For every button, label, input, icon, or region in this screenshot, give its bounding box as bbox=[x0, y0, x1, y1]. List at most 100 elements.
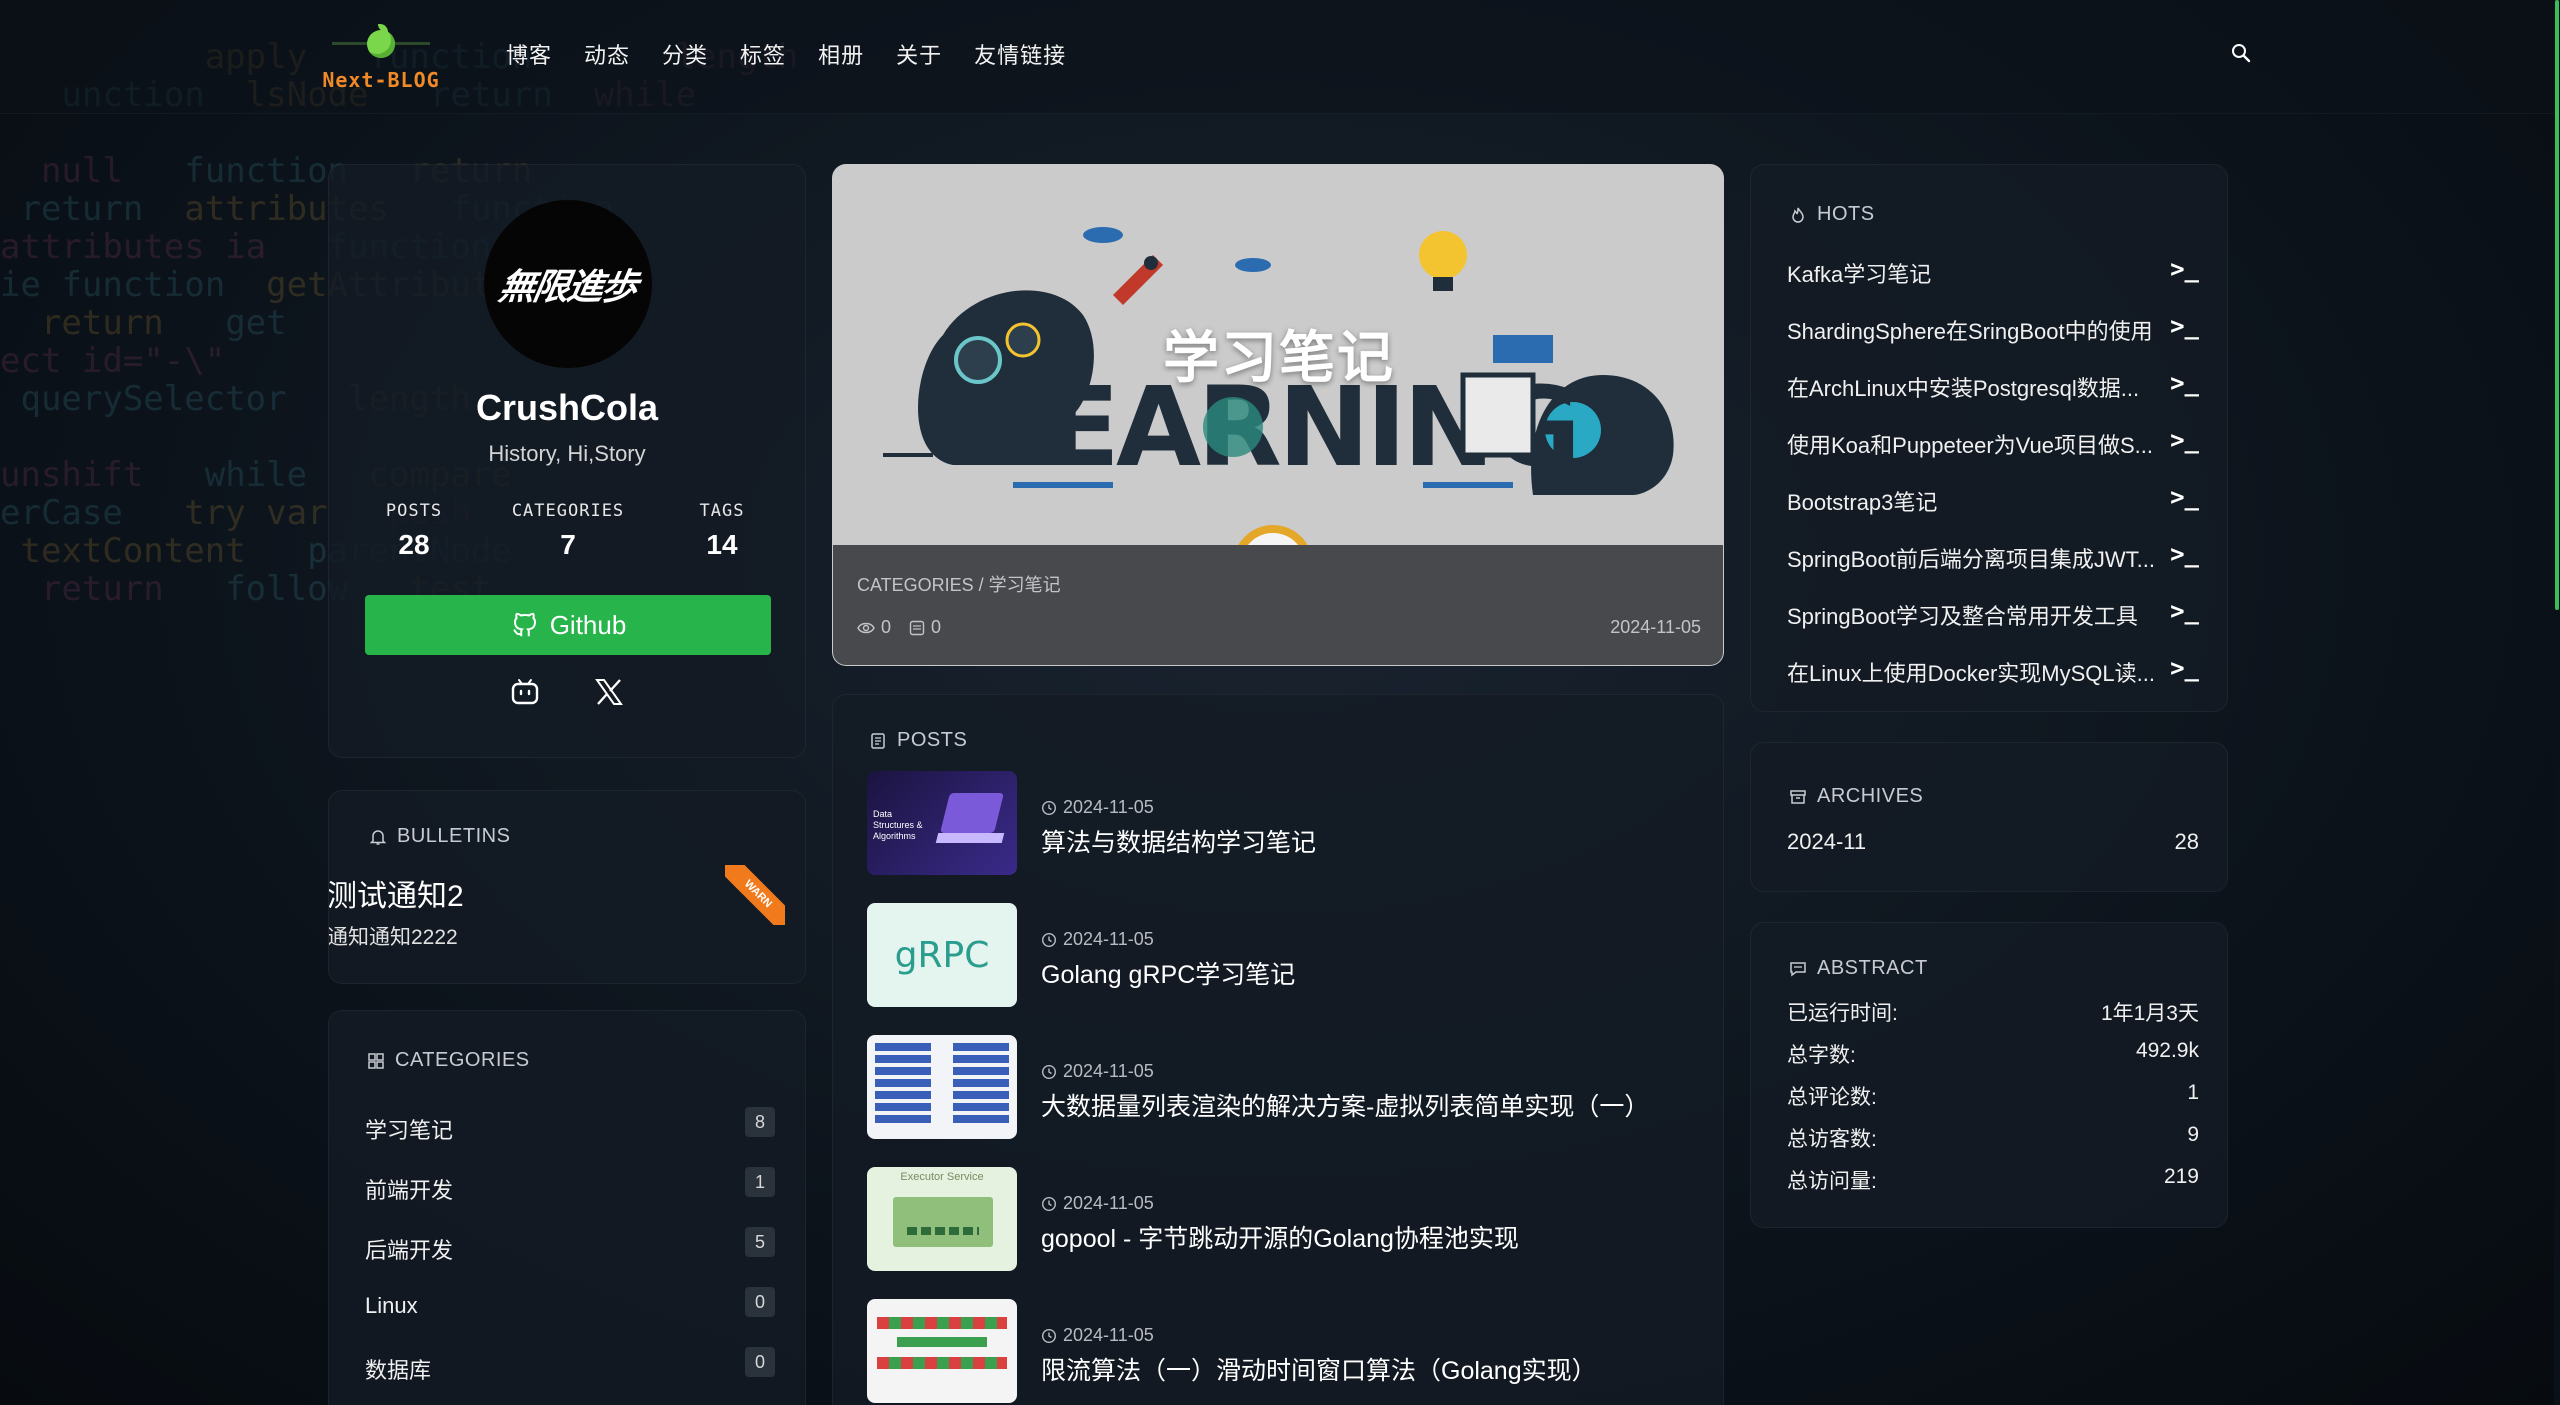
post-date-text: 2024-11-05 bbox=[1063, 1061, 1154, 1081]
stat-tags[interactable]: TAGS 14 bbox=[667, 501, 777, 561]
task-queue-graphic bbox=[907, 1227, 979, 1235]
featured-category[interactable]: CATEGORIES / 学习笔记 bbox=[857, 571, 1061, 597]
category-item[interactable]: 后端开发 5 bbox=[365, 1227, 775, 1293]
search-icon[interactable] bbox=[2230, 42, 2252, 64]
scrollbar-thumb[interactable] bbox=[2555, 0, 2559, 610]
window-graphic-row bbox=[877, 1317, 1007, 1329]
avatar[interactable]: 無限進歩 bbox=[484, 200, 652, 368]
nav-blog[interactable]: 博客 bbox=[506, 38, 552, 70]
post-thumbnail[interactable]: gRPC bbox=[867, 903, 1017, 1007]
featured-post-title[interactable]: 学习笔记 bbox=[833, 313, 1723, 394]
stat-categories[interactable]: CATEGORIES 7 bbox=[493, 501, 643, 561]
clock-icon bbox=[1041, 1196, 1057, 1211]
category-item[interactable]: 数据库 0 bbox=[365, 1347, 775, 1405]
post-thumbnail[interactable] bbox=[867, 1035, 1017, 1139]
categories-title: CATEGORIES bbox=[367, 1049, 530, 1072]
category-name: 数据库 bbox=[365, 1358, 432, 1383]
social-links bbox=[329, 675, 805, 709]
nav-about[interactable]: 关于 bbox=[896, 38, 942, 70]
nav-categories[interactable]: 分类 bbox=[662, 38, 708, 70]
bell-icon bbox=[369, 829, 387, 845]
laptop-base bbox=[935, 833, 1005, 843]
terminal-arrow-icon: >_ bbox=[2170, 255, 2199, 283]
brand-name: Next-BLOG bbox=[322, 68, 440, 92]
stat-value: 7 bbox=[560, 529, 576, 560]
post-item[interactable]: 2024-11-05 限流算法（一）滑动时间窗口算法（Golang实现） bbox=[867, 1299, 1707, 1405]
post-item[interactable]: Executor Service 2024-11-05 gopool - 字节跳… bbox=[867, 1167, 1707, 1275]
hot-post-item[interactable]: 在ArchLinux中安装Postgresql数据... >_ bbox=[1787, 369, 2199, 428]
category-item[interactable]: 前端开发 1 bbox=[365, 1167, 775, 1233]
hot-post-item[interactable]: Kafka学习笔记 >_ bbox=[1787, 255, 2199, 314]
post-date-text: 2024-11-05 bbox=[1063, 797, 1154, 817]
category-count: 5 bbox=[745, 1227, 775, 1257]
post-thumbnail[interactable]: Data Structures & Algorithms bbox=[867, 771, 1017, 875]
stat-label: TAGS bbox=[699, 501, 745, 521]
hot-post-item[interactable]: SpringBoot前后端分离项目集成JWT... >_ bbox=[1787, 540, 2199, 599]
post-thumbnail[interactable] bbox=[867, 1299, 1017, 1403]
archives-title: ARCHIVES bbox=[1789, 785, 1923, 808]
hot-post-title: Kafka学习笔记 bbox=[1787, 262, 1932, 287]
abstract-card: ABSTRACT 已运行时间: 1年1月3天 总字数: 492.9k 总评论数: 1 … bbox=[1750, 922, 2228, 1228]
window-graphic-row bbox=[897, 1337, 987, 1347]
abstract-list: 已运行时间: 1年1月3天 总字数: 492.9k 总评论数: 1 总访客数: 9 总访… bbox=[1787, 997, 2199, 1207]
archive-item[interactable]: 2024-11 28 bbox=[1787, 829, 2199, 855]
bulletin-item-title[interactable]: 测试通知2 bbox=[329, 871, 464, 915]
post-title[interactable]: 算法与数据结构学习笔记 bbox=[1041, 823, 1316, 859]
bulletins-card: BULLETINS 测试通知2 通知通知2222 WARN bbox=[328, 790, 806, 984]
stat-posts[interactable]: POSTS 28 bbox=[359, 501, 469, 561]
apple-icon bbox=[367, 30, 395, 58]
x-icon[interactable] bbox=[592, 675, 626, 709]
nav-links[interactable]: 友情链接 bbox=[974, 38, 1066, 70]
post-item[interactable]: 2024-11-05 大数据量列表渲染的解决方案-虚拟列表简单实现（一） bbox=[867, 1035, 1707, 1143]
post-thumbnail[interactable]: Executor Service bbox=[867, 1167, 1017, 1271]
post-date: 2024-11-05 bbox=[1041, 1193, 1154, 1214]
hot-post-item[interactable]: ShardingSphere在SringBoot中的使用 >_ bbox=[1787, 312, 2199, 371]
post-title[interactable]: 大数据量列表渲染的解决方案-虚拟列表简单实现（一） bbox=[1041, 1087, 1649, 1123]
post-title[interactable]: 限流算法（一）滑动时间窗口算法（Golang实现） bbox=[1041, 1351, 1597, 1387]
post-title[interactable]: gopool - 字节跳动开源的Golang协程池实现 bbox=[1041, 1219, 1519, 1255]
warn-ribbon: WARN bbox=[725, 865, 785, 925]
post-item[interactable]: Data Structures & Algorithms 2024-11-05 … bbox=[867, 771, 1707, 879]
nav-tags[interactable]: 标签 bbox=[740, 38, 786, 70]
hots-card: HOTS Kafka学习笔记 >_ ShardingSphere在SringBoo… bbox=[1750, 164, 2228, 712]
archive-icon bbox=[1790, 789, 1806, 804]
github-icon bbox=[512, 612, 536, 637]
abstract-label: 总字数: bbox=[1787, 1044, 1856, 1067]
abstract-item: 总访客数: 9 bbox=[1787, 1123, 2199, 1165]
bulletins-title-text: BULLETINS bbox=[397, 825, 511, 847]
views-stat: 0 bbox=[857, 617, 891, 638]
hots-title: HOTS bbox=[1789, 203, 1875, 226]
nav-moments[interactable]: 动态 bbox=[584, 38, 630, 70]
github-label: Github bbox=[549, 609, 627, 640]
comments-stat: 0 bbox=[909, 617, 941, 638]
category-name: 后端开发 bbox=[365, 1238, 454, 1263]
abstract-title-text: ABSTRACT bbox=[1817, 957, 1928, 979]
category-item[interactable]: 学习笔记 8 bbox=[365, 1107, 775, 1173]
post-item[interactable]: gRPC 2024-11-05 Golang gRPC学习笔记 bbox=[867, 903, 1707, 1011]
grid-icon bbox=[368, 1052, 384, 1069]
site-logo[interactable]: Next-BLOG bbox=[316, 24, 446, 94]
clock-icon bbox=[1041, 1328, 1057, 1343]
top-navbar: Next-BLOG 博客 动态 分类 标签 相册 关于 友情链接 bbox=[0, 0, 2560, 114]
thumb-caption: gRPC bbox=[894, 934, 990, 976]
post-title[interactable]: Golang gRPC学习笔记 bbox=[1041, 955, 1295, 991]
hot-post-item[interactable]: SpringBoot学习及整合常用开发工具 >_ bbox=[1787, 597, 2199, 656]
post-date: 2024-11-05 bbox=[1041, 797, 1154, 818]
hot-post-item[interactable]: 使用Koa和Puppeteer为Vue项目做S... >_ bbox=[1787, 426, 2199, 485]
views-count: 0 bbox=[881, 617, 892, 637]
featured-post-card[interactable]: LEARNING 学习笔记 CATEGORIES / 学习笔记 0 0 2024… bbox=[832, 164, 1724, 666]
window-graphic-row bbox=[877, 1357, 1007, 1369]
nav-album[interactable]: 相册 bbox=[818, 38, 864, 70]
category-count: 1 bbox=[745, 1167, 775, 1197]
post-date: 2024-11-05 bbox=[1041, 1325, 1154, 1346]
category-item[interactable]: Linux 0 bbox=[365, 1287, 775, 1353]
hot-post-item[interactable]: 在Linux上使用Docker实现MySQL读... >_ bbox=[1787, 654, 2199, 713]
category-list: 学习笔记 8 前端开发 1 后端开发 5 Linux 0 数据库 0 bbox=[365, 1107, 775, 1405]
hot-post-item[interactable]: Bootstrap3笔记 >_ bbox=[1787, 483, 2199, 542]
thumb-caption: Data Structures & Algorithms bbox=[873, 809, 923, 841]
github-button[interactable]: Github bbox=[365, 595, 771, 655]
clock-icon bbox=[1041, 1064, 1057, 1079]
page-scrollbar[interactable] bbox=[2554, 0, 2560, 1405]
bilibili-icon[interactable] bbox=[508, 675, 542, 709]
category-name: 前端开发 bbox=[365, 1178, 454, 1203]
